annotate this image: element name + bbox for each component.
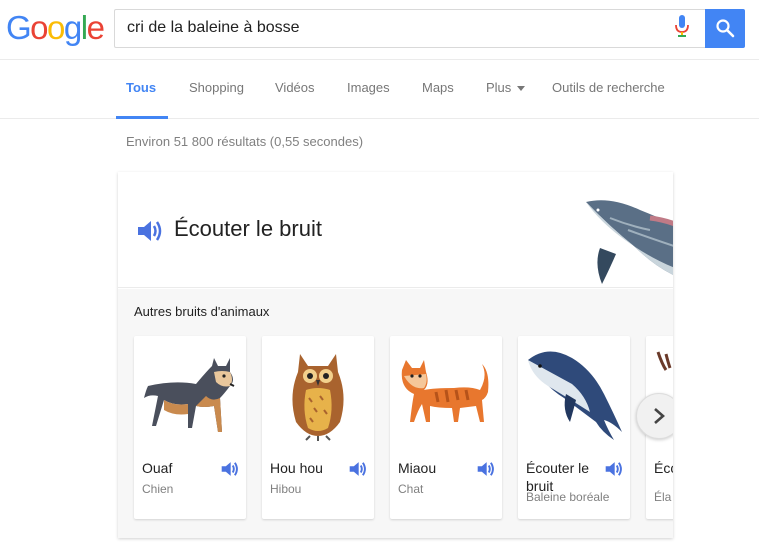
animal-tile-owl[interactable]: Hou hou Hibou — [262, 336, 374, 519]
search-button[interactable] — [705, 9, 745, 48]
animal-name: Miaou — [398, 460, 437, 476]
animal-sound-card: Écouter le bruit Autres bruits d'animaux… — [118, 172, 673, 538]
tab-images[interactable]: Images — [347, 80, 390, 95]
tab-maps[interactable]: Maps — [422, 80, 454, 95]
animal-species: Baleine boréale — [526, 490, 610, 504]
speaker-icon[interactable] — [604, 460, 624, 478]
other-sounds-section: Autres bruits d'animaux Ouaf Chien Hou h… — [118, 289, 673, 538]
tab-plus-label: Plus — [486, 80, 512, 95]
animal-species: Chat — [398, 482, 424, 496]
bowhead-whale-illustration — [528, 351, 622, 440]
logo-letter-e: e — [86, 9, 105, 46]
header: Google cri de la baleine à bosse — [0, 0, 759, 60]
search-input[interactable]: cri de la baleine à bosse — [127, 19, 647, 37]
card-header[interactable]: Écouter le bruit — [118, 172, 673, 288]
tab-videos[interactable]: Vidéos — [275, 80, 315, 95]
animal-species: Hibou — [270, 482, 302, 496]
carousel-next-button[interactable] — [636, 393, 673, 439]
logo-letter-g2: g — [63, 9, 82, 46]
tab-search-tools[interactable]: Outils de recherche — [552, 80, 665, 95]
tab-shopping[interactable]: Shopping — [189, 80, 244, 95]
animal-name: Ouaf — [142, 460, 173, 476]
cat-illustration — [401, 360, 489, 422]
tab-tous[interactable]: Tous — [126, 80, 156, 95]
animal-name: Hou hou — [270, 460, 323, 476]
humpback-whale-illustration — [586, 200, 673, 284]
active-tab-indicator — [116, 116, 168, 119]
dog-illustration — [144, 358, 235, 432]
microphone-icon[interactable] — [674, 15, 690, 41]
logo-letter-o2: o — [47, 9, 65, 46]
search-tabs: Tous Shopping Vidéos Images Maps Plus Ou… — [0, 60, 759, 119]
animal-tile-cat[interactable]: Miaou Chat — [390, 336, 502, 519]
speaker-icon[interactable] — [220, 460, 240, 478]
chevron-right-icon — [654, 408, 665, 424]
other-sounds-label: Autres bruits d'animaux — [134, 304, 270, 319]
logo-letter-o1: o — [30, 9, 48, 46]
chevron-down-icon — [517, 86, 526, 92]
search-box[interactable]: cri de la baleine à bosse — [114, 9, 705, 48]
animal-name: Éco bru — [654, 460, 673, 476]
animal-tile-dog[interactable]: Ouaf Chien — [134, 336, 246, 519]
search-icon — [716, 19, 735, 38]
speaker-icon[interactable] — [136, 218, 164, 244]
animal-tile-bowhead-whale[interactable]: Écouter le bruit Baleine boréale — [518, 336, 630, 519]
google-logo[interactable]: Google — [6, 9, 105, 46]
logo-letter-g: G — [6, 9, 32, 46]
speaker-icon[interactable] — [476, 460, 496, 478]
tab-plus[interactable]: Plus — [486, 80, 526, 95]
owl-illustration — [292, 354, 344, 441]
result-stats: Environ 51 800 résultats (0,55 secondes) — [126, 134, 364, 149]
animal-species: Éla — [654, 490, 672, 504]
card-title[interactable]: Écouter le bruit — [174, 216, 322, 242]
animal-species: Chien — [142, 482, 174, 496]
speaker-icon[interactable] — [348, 460, 368, 478]
